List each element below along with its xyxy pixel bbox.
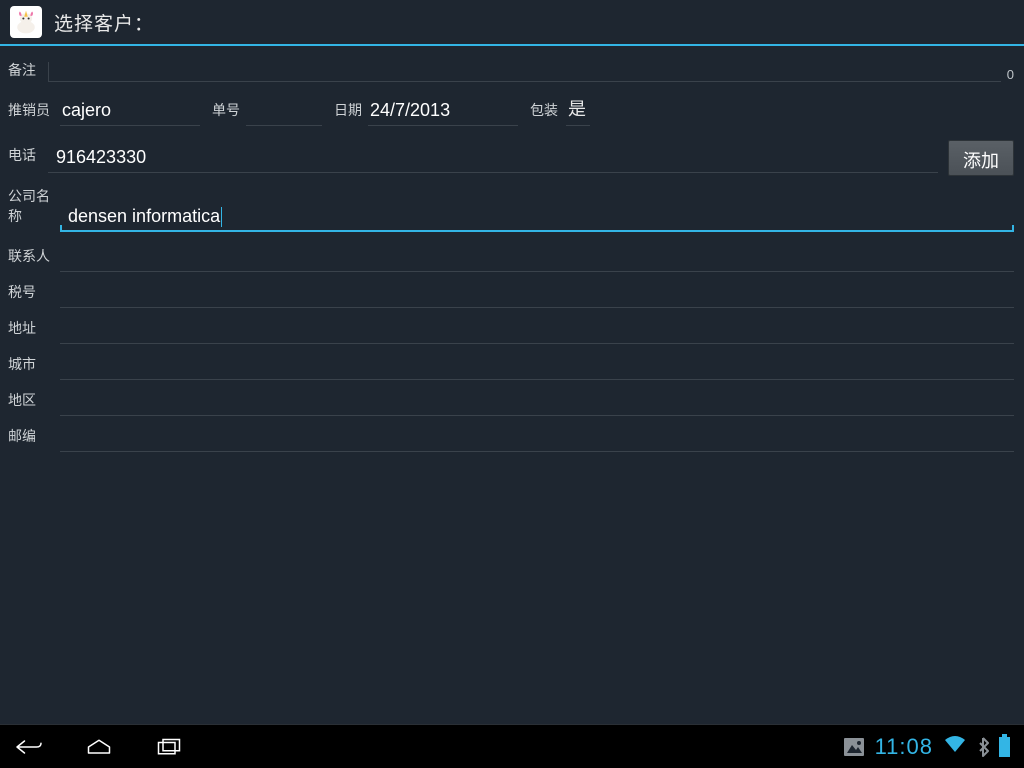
- label-contact: 联系人: [8, 246, 60, 272]
- add-button[interactable]: 添加: [948, 140, 1014, 176]
- packaging-value[interactable]: 是: [566, 95, 590, 126]
- window-title: 选择客户：: [54, 9, 154, 36]
- company-input[interactable]: densen informatica: [60, 202, 1014, 232]
- label-salesman: 推销员: [8, 100, 60, 126]
- text-cursor: [221, 207, 222, 227]
- image-indicator-icon: [843, 737, 865, 757]
- label-phone: 电话: [8, 145, 48, 171]
- nav-bar: 11:08: [0, 724, 1024, 768]
- region-input[interactable]: [60, 390, 1014, 416]
- battery-icon: [999, 737, 1010, 757]
- status-clock: 11:08: [875, 734, 933, 760]
- taxno-input[interactable]: [60, 282, 1014, 308]
- remark-counter: 0: [1007, 67, 1014, 86]
- label-address: 地址: [8, 318, 60, 344]
- date-input[interactable]: 24/7/2013: [368, 96, 518, 126]
- recents-icon[interactable]: [154, 736, 184, 758]
- label-region: 地区: [8, 390, 60, 416]
- phone-input[interactable]: 916423330: [48, 143, 938, 173]
- label-city: 城市: [8, 354, 60, 380]
- company-value: densen informatica: [68, 206, 220, 226]
- label-postcode: 邮编: [8, 426, 60, 452]
- label-date: 日期: [334, 100, 368, 126]
- city-input[interactable]: [60, 354, 1014, 380]
- postcode-input[interactable]: [60, 426, 1014, 452]
- back-icon[interactable]: [14, 736, 44, 758]
- label-company: 公司名称: [8, 186, 60, 232]
- contact-input[interactable]: [60, 246, 1014, 272]
- label-orderno: 单号: [212, 100, 246, 126]
- label-packaging: 包装: [530, 100, 564, 126]
- wifi-icon: [943, 734, 967, 759]
- label-remark: 备注: [8, 60, 48, 86]
- home-icon[interactable]: [84, 736, 114, 758]
- address-input[interactable]: [60, 318, 1014, 344]
- remark-input[interactable]: [48, 62, 1001, 82]
- salesman-input[interactable]: cajero: [60, 96, 200, 126]
- label-taxno: 税号: [8, 282, 60, 308]
- title-bar: 选择客户：: [0, 0, 1024, 46]
- form-area: 备注 0 推销员 cajero 单号 日期 24/7/2013 包装 是 电话 …: [0, 46, 1024, 452]
- bluetooth-icon: [977, 737, 989, 757]
- orderno-input[interactable]: [246, 96, 322, 126]
- app-icon: [10, 6, 42, 38]
